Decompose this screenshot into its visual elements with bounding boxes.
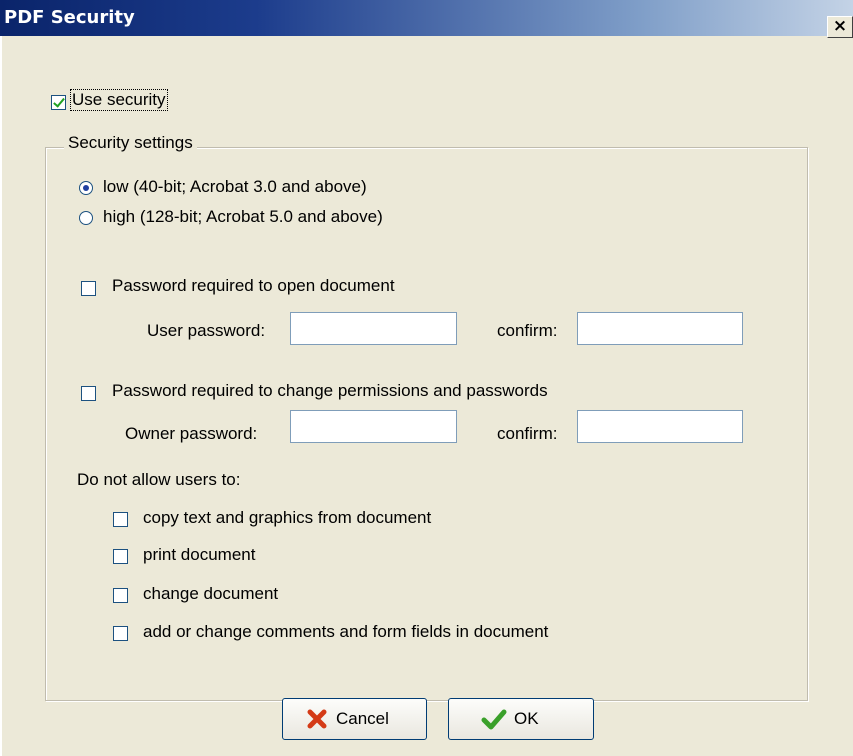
ok-button[interactable]: OK [448,698,594,740]
use-security-checkbox[interactable] [51,95,66,110]
use-security-label[interactable]: Use security [70,89,168,111]
owner-confirm-input[interactable] [577,410,743,443]
restrict-print-checkbox[interactable] [113,549,128,564]
close-icon: × [832,16,848,36]
cancel-button[interactable]: Cancel [282,698,427,740]
red-x-icon [307,709,327,729]
close-button[interactable]: × [827,16,853,38]
green-check-icon [481,709,507,730]
owner-password-input[interactable] [290,410,457,443]
restrict-change-label[interactable]: change document [143,584,278,604]
high-encryption-radio[interactable] [79,211,93,225]
user-confirm-input[interactable] [577,312,743,345]
low-encryption-label[interactable]: low (40-bit; Acrobat 3.0 and above) [103,177,367,197]
restrict-comments-label[interactable]: add or change comments and form fields i… [143,622,548,642]
restrictions-label: Do not allow users to: [77,470,241,489]
restrict-print-label[interactable]: print document [143,545,255,565]
title-bar[interactable]: PDF Security [0,0,853,36]
user-password-label: User password: [147,321,266,340]
high-encryption-label[interactable]: high (128-bit; Acrobat 5.0 and above) [103,207,383,227]
restrict-copy-label[interactable]: copy text and graphics from document [143,508,431,528]
owner-password-label: Owner password: [125,424,258,443]
owner-confirm-label: confirm: [497,424,558,443]
open-password-checkbox[interactable] [81,281,96,296]
ok-button-label: OK [514,709,539,728]
restrict-comments-checkbox[interactable] [113,626,128,641]
restrict-copy-checkbox[interactable] [113,512,128,527]
open-password-label[interactable]: Password required to open document [112,276,395,296]
permissions-password-checkbox[interactable] [81,386,96,401]
cancel-button-label: Cancel [336,709,389,728]
low-encryption-radio[interactable] [79,181,93,195]
user-confirm-label: confirm: [497,321,558,340]
security-settings-legend: Security settings [64,133,197,153]
restrict-change-checkbox[interactable] [113,588,128,603]
permissions-password-label[interactable]: Password required to change permissions … [112,381,548,401]
window-title: PDF Security [4,7,135,28]
user-password-input[interactable] [290,312,457,345]
